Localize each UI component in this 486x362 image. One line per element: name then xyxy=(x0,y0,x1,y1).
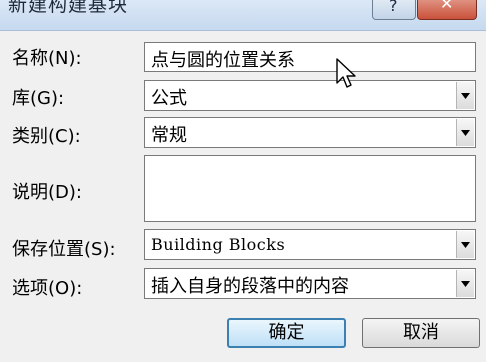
mouse-pointer-icon xyxy=(336,58,356,88)
category-label: 类别(C): xyxy=(12,126,81,147)
close-icon: ✕ xyxy=(440,0,454,13)
close-button[interactable]: ✕ xyxy=(417,0,477,20)
gallery-label: 库(G): xyxy=(12,88,65,109)
save-in-value: Building Blocks xyxy=(151,235,286,254)
gallery-dropdown-button[interactable] xyxy=(456,82,474,109)
title-bar: 新建构建基块 ? ✕ xyxy=(0,0,486,31)
chevron-down-icon xyxy=(461,241,470,248)
name-label: 名称(N): xyxy=(12,48,82,69)
category-select[interactable]: 常规 xyxy=(144,117,476,148)
chevron-down-icon xyxy=(461,129,470,136)
gallery-value: 公式 xyxy=(151,88,187,109)
name-value: 点与圆的位置关系 xyxy=(151,50,295,71)
options-select[interactable]: 插入自身的段落中的内容 xyxy=(144,268,476,299)
description-label: 说明(D): xyxy=(12,182,82,203)
chevron-down-icon xyxy=(461,280,470,287)
cancel-button[interactable]: 取消 xyxy=(362,318,480,348)
save-in-label: 保存位置(S): xyxy=(12,239,116,260)
ok-button[interactable]: 确定 xyxy=(227,318,346,348)
save-in-dropdown-button[interactable] xyxy=(456,231,474,258)
options-dropdown-button[interactable] xyxy=(456,270,474,297)
category-dropdown-button[interactable] xyxy=(456,119,474,146)
save-in-select[interactable]: Building Blocks xyxy=(144,229,476,260)
gallery-select[interactable]: 公式 xyxy=(144,80,476,111)
dialog-title: 新建构建基块 xyxy=(8,0,129,16)
description-textarea[interactable] xyxy=(144,155,476,222)
options-label: 选项(O): xyxy=(12,278,83,299)
name-input[interactable]: 点与圆的位置关系 xyxy=(144,42,476,72)
options-value: 插入自身的段落中的内容 xyxy=(151,276,349,297)
help-button[interactable]: ? xyxy=(372,0,416,20)
help-icon: ? xyxy=(389,0,398,15)
chevron-down-icon xyxy=(461,92,470,99)
category-value: 常规 xyxy=(151,125,187,146)
